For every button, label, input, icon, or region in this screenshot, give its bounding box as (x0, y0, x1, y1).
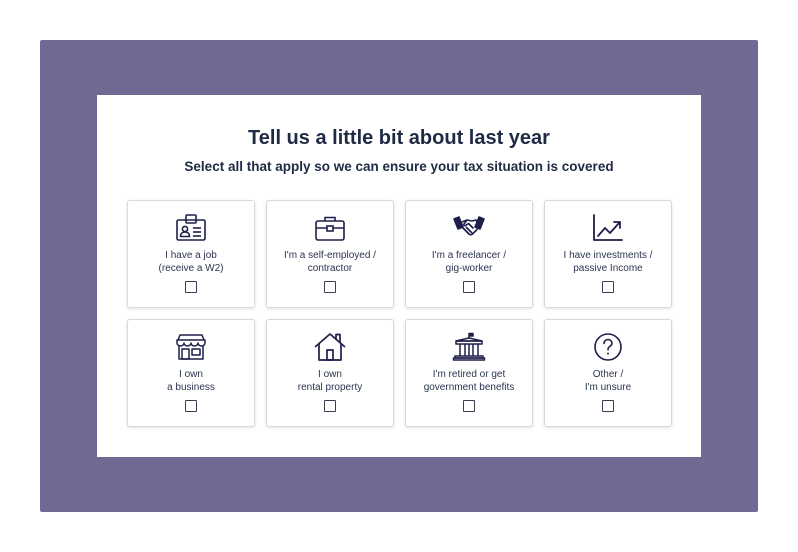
option-card-investments[interactable]: I have investments / passive Income (544, 200, 672, 308)
option-checkbox[interactable] (463, 400, 475, 412)
option-label: Other / I'm unsure (584, 369, 632, 393)
option-card-business[interactable]: I own a business (127, 319, 255, 427)
option-label: I'm a freelancer / gig-worker (431, 250, 507, 274)
handshake-icon (452, 213, 486, 243)
questionnaire-panel: Tell us a little bit about last year Sel… (97, 95, 701, 457)
government-building-icon (452, 332, 486, 362)
option-label: I own a business (167, 369, 215, 393)
option-label: I have investments / passive Income (563, 250, 653, 274)
option-checkbox[interactable] (324, 400, 336, 412)
option-checkbox[interactable] (602, 400, 614, 412)
option-card-rental[interactable]: I own rental property (266, 319, 394, 427)
house-icon (313, 332, 347, 362)
option-card-self-employed[interactable]: I'm a self-employed / contractor (266, 200, 394, 308)
option-checkbox[interactable] (185, 400, 197, 412)
option-checkbox[interactable] (324, 281, 336, 293)
option-checkbox[interactable] (463, 281, 475, 293)
option-card-retired[interactable]: I'm retired or get government benefits (405, 319, 533, 427)
briefcase-icon (313, 213, 347, 243)
options-grid: I have a job (receive a W2) I'm a self-e… (127, 200, 672, 427)
option-label: I have a job (receive a W2) (158, 250, 224, 274)
option-checkbox[interactable] (602, 281, 614, 293)
option-label: I own rental property (297, 369, 363, 393)
option-card-other[interactable]: Other / I'm unsure (544, 319, 672, 427)
option-checkbox[interactable] (185, 281, 197, 293)
option-label: I'm retired or get government benefits (423, 369, 515, 393)
page-subtitle: Select all that apply so we can ensure y… (184, 159, 614, 174)
trend-chart-icon (591, 213, 625, 243)
question-circle-icon (591, 332, 625, 362)
option-card-freelancer[interactable]: I'm a freelancer / gig-worker (405, 200, 533, 308)
page-title: Tell us a little bit about last year (248, 127, 550, 149)
option-label: I'm a self-employed / contractor (284, 250, 376, 274)
option-card-job[interactable]: I have a job (receive a W2) (127, 200, 255, 308)
id-badge-icon (174, 213, 208, 243)
storefront-icon (174, 332, 208, 362)
